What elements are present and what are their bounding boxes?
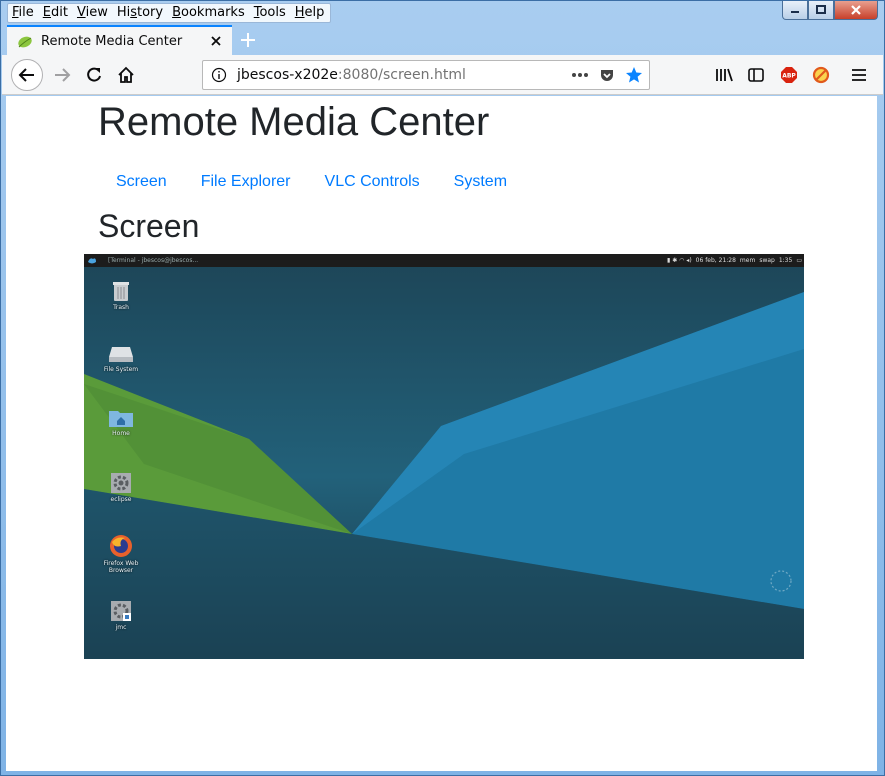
adblock-plus-button[interactable]: ABP: [773, 59, 805, 91]
minimize-icon: [791, 11, 799, 13]
desktop-icon-jmc[interactable]: jmc: [91, 600, 151, 631]
minimize-button[interactable]: [782, 1, 808, 20]
desktop-icon-label: jmc: [115, 624, 127, 631]
desktop-icon-label: File System: [103, 366, 139, 373]
menu-bookmarks[interactable]: Bookmarks: [172, 4, 245, 22]
home-button[interactable]: [110, 59, 142, 91]
forward-button[interactable]: [46, 59, 78, 91]
new-tab-button[interactable]: [234, 27, 262, 53]
panel-swap: swap: [759, 257, 775, 264]
menu-button[interactable]: [843, 59, 875, 91]
desktop-icon-firefox[interactable]: Firefox Web Browser: [91, 534, 151, 574]
remote-screen-image[interactable]: [Terminal - jbescos@jbescos... ▮ ✱ ◠ ◂) …: [84, 254, 804, 659]
noscript-button[interactable]: [805, 59, 837, 91]
taskbar-item[interactable]: [Terminal - jbescos@jbescos...: [108, 257, 198, 264]
gear-icon: [111, 601, 131, 621]
address-bar[interactable]: jbescos-x202e:8080/screen.html: [202, 60, 650, 90]
panel-battery-time: 1:35: [778, 257, 793, 264]
menu-help[interactable]: Help: [295, 4, 325, 22]
close-icon: [211, 36, 221, 46]
leaf-favicon-icon: [18, 36, 32, 48]
tab-close-button[interactable]: [204, 29, 228, 53]
desktop-icon-label: Trash: [113, 304, 129, 311]
menu-edit[interactable]: Edit: [43, 4, 68, 22]
library-button[interactable]: [708, 59, 740, 91]
folder-icon: ▭: [796, 257, 802, 264]
desktop-icon-trash[interactable]: Trash: [91, 280, 151, 311]
svg-text:ABP: ABP: [782, 73, 796, 80]
arrow-right-icon: [55, 68, 71, 82]
close-icon: [851, 5, 861, 15]
menu-history[interactable]: History: [117, 4, 163, 22]
home-folder-icon: [109, 411, 133, 427]
reload-icon: [87, 67, 101, 82]
desktop-panel: [Terminal - jbescos@jbescos... ▮ ✱ ◠ ◂) …: [84, 254, 804, 267]
tab-remote-media-center[interactable]: Remote Media Center: [7, 25, 232, 55]
nav-link-system[interactable]: System: [437, 173, 524, 191]
menu-bar: File Edit View History Bookmarks Tools H…: [7, 3, 332, 23]
maximize-button[interactable]: [808, 1, 834, 20]
desktop-wallpaper: [84, 254, 804, 659]
pocket-icon[interactable]: [599, 67, 615, 83]
trash-icon: [113, 282, 129, 301]
nav-link-screen[interactable]: Screen: [98, 173, 184, 191]
library-icon: [716, 68, 733, 82]
section-title: Screen: [98, 208, 200, 244]
close-window-button[interactable]: [834, 1, 878, 20]
url-host: jbescos-x202e: [237, 67, 338, 83]
reload-button[interactable]: [78, 59, 110, 91]
info-icon[interactable]: [211, 67, 227, 83]
page-content: Remote Media Center Screen File Explorer…: [6, 96, 877, 771]
home-icon: [118, 66, 134, 83]
drive-icon: [109, 347, 133, 362]
desktop-icon-label: eclipse: [110, 496, 132, 503]
tray-icons: ▮ ✱ ◠ ◂): [667, 257, 692, 264]
tab-strip: Remote Media Center: [2, 25, 883, 55]
back-button[interactable]: [11, 59, 43, 91]
desktop-icon-label: Firefox Web Browser: [103, 560, 139, 574]
menu-tools[interactable]: Tools: [254, 4, 286, 22]
panel-clock[interactable]: 06 feb, 21:28: [696, 257, 736, 264]
page-actions-icon[interactable]: [571, 72, 589, 78]
desktop-icon-file-system[interactable]: File System: [91, 344, 151, 373]
firefox-icon: [110, 535, 132, 557]
menu-file[interactable]: File: [12, 4, 34, 22]
bookmark-star-icon[interactable]: [625, 66, 643, 84]
desktop-icon-home[interactable]: Home: [91, 408, 151, 437]
hamburger-icon: [852, 69, 866, 81]
nav-link-vlc-controls[interactable]: VLC Controls: [308, 173, 437, 191]
url-path: :8080/screen.html: [337, 67, 466, 83]
desktop-icon-label: Home: [112, 430, 130, 437]
navigation-toolbar: jbescos-x202e:8080/screen.html ABP: [2, 55, 883, 95]
plus-icon: [241, 33, 255, 47]
desktop-icon-eclipse[interactable]: eclipse: [91, 472, 151, 503]
xfce-menu-icon[interactable]: [87, 256, 97, 265]
sidebar-button[interactable]: [740, 59, 772, 91]
adblock-plus-icon: ABP: [781, 67, 797, 83]
browser-window: File Edit View History Bookmarks Tools H…: [0, 0, 885, 776]
noscript-icon: [812, 66, 830, 84]
arrow-left-icon: [18, 68, 34, 82]
panel-tray: ▮ ✱ ◠ ◂) 06 feb, 21:28 mem swap 1:35 ▭: [663, 254, 802, 267]
maximize-icon: [816, 5, 826, 14]
page-title: Remote Media Center: [98, 100, 490, 144]
page-nav: Screen File Explorer VLC Controls System: [98, 173, 524, 191]
tab-title: Remote Media Center: [41, 33, 183, 49]
window-controls: [782, 1, 878, 20]
gear-icon: [111, 473, 131, 493]
nav-link-file-explorer[interactable]: File Explorer: [184, 173, 308, 191]
url-text[interactable]: jbescos-x202e:8080/screen.html: [237, 67, 571, 83]
sidebar-icon: [748, 68, 764, 82]
panel-mem: mem: [739, 257, 756, 264]
menu-view[interactable]: View: [77, 4, 108, 22]
